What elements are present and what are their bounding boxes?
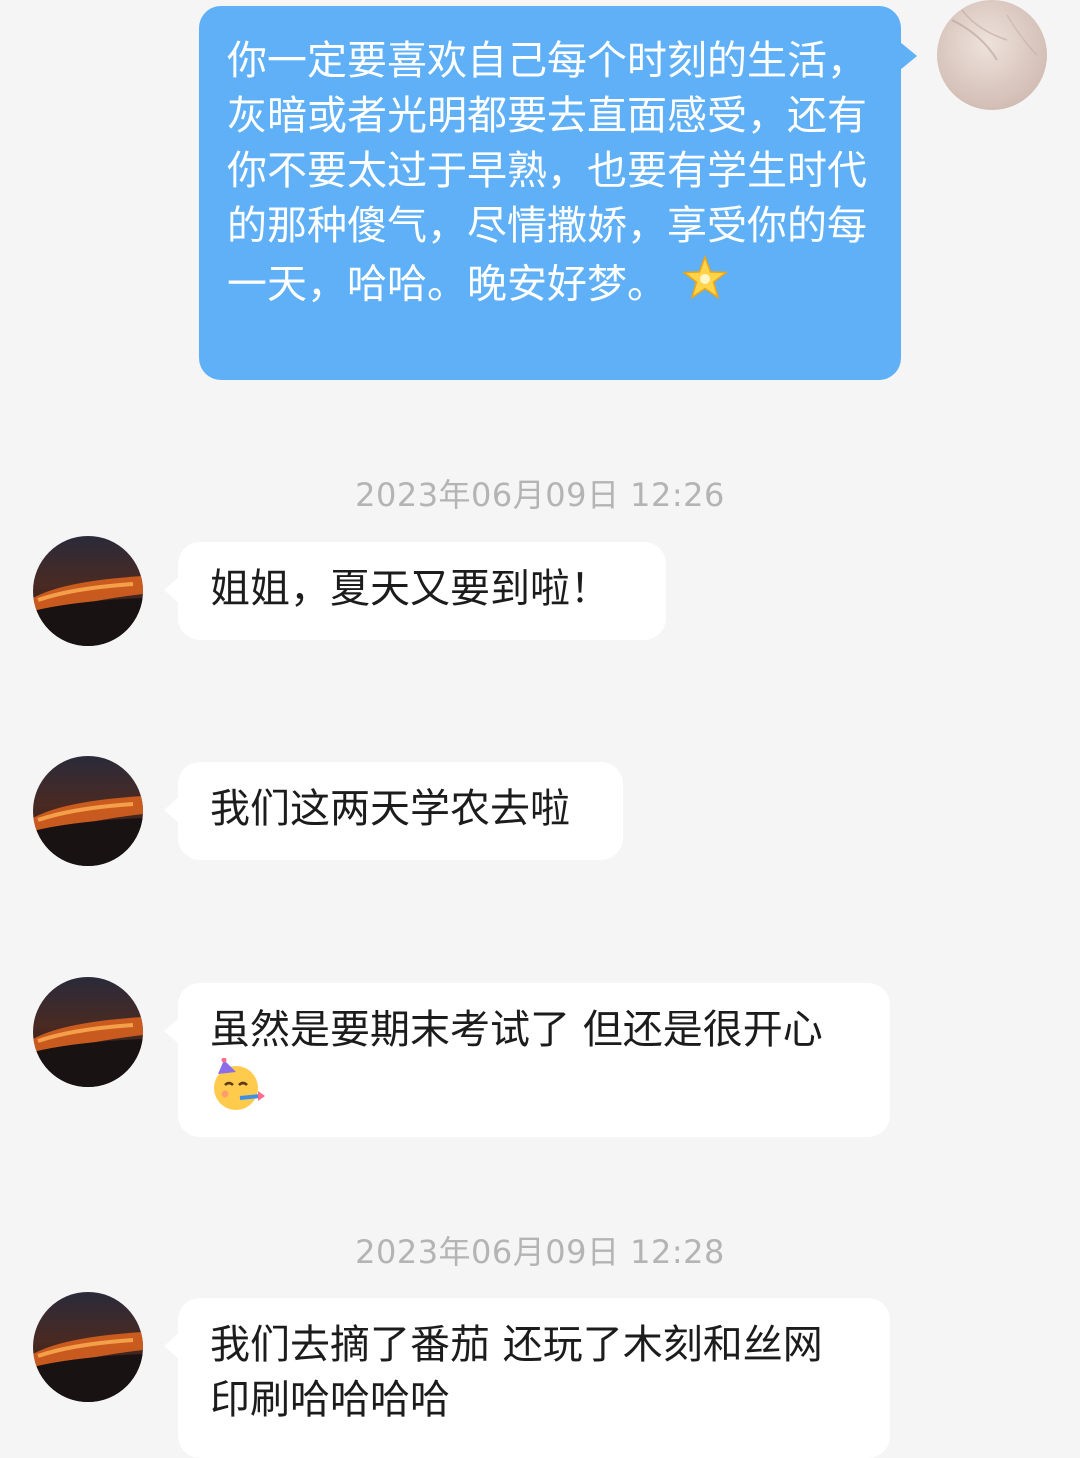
message-text: 姐姐，夏天又要到啦！ <box>210 566 610 612</box>
contact-avatar[interactable] <box>33 977 143 1087</box>
message-text: 虽然是要期末考试了 但还是很开心 <box>210 1007 823 1053</box>
partying-face-icon <box>210 1057 266 1129</box>
contact-avatar-image <box>33 1292 143 1402</box>
outgoing-message-bubble[interactable]: 你一定要喜欢自己每个时刻的生活，灰暗或者光明都要去直面感受，还有你不要太过于早熟… <box>199 6 917 380</box>
contact-avatar[interactable] <box>33 1292 143 1402</box>
contact-avatar[interactable] <box>33 756 143 866</box>
timestamp-separator: 2023年06月09日 12:28 <box>355 1233 725 1271</box>
contact-avatar-image <box>33 977 143 1087</box>
message-text: 你一定要喜欢自己每个时刻的生活，灰暗或者光明都要去直面感受，还有你不要太过于早熟… <box>227 38 867 308</box>
message-text: 我们去摘了番茄 还玩了木刻和丝网印刷哈哈哈哈 <box>210 1322 823 1423</box>
glowing-star-icon <box>680 254 730 319</box>
incoming-message-bubble[interactable]: 虽然是要期末考试了 但还是很开心 <box>164 983 890 1137</box>
timestamp-separator: 2023年06月09日 12:26 <box>355 476 725 514</box>
my-avatar[interactable] <box>937 0 1047 110</box>
contact-avatar[interactable] <box>33 536 143 646</box>
chat-message-list[interactable]: 你一定要喜欢自己每个时刻的生活，灰暗或者光明都要去直面感受，还有你不要太过于早熟… <box>0 0 1080 1458</box>
message-text: 我们这两天学农去啦 <box>210 786 570 832</box>
incoming-message-bubble[interactable]: 我们这两天学农去啦 <box>164 762 623 860</box>
my-avatar-image <box>937 0 1047 110</box>
contact-avatar-image <box>33 756 143 866</box>
contact-avatar-image <box>33 536 143 646</box>
incoming-message-bubble[interactable]: 姐姐，夏天又要到啦！ <box>164 542 666 640</box>
incoming-message-bubble[interactable]: 我们去摘了番茄 还玩了木刻和丝网印刷哈哈哈哈 <box>164 1298 890 1458</box>
